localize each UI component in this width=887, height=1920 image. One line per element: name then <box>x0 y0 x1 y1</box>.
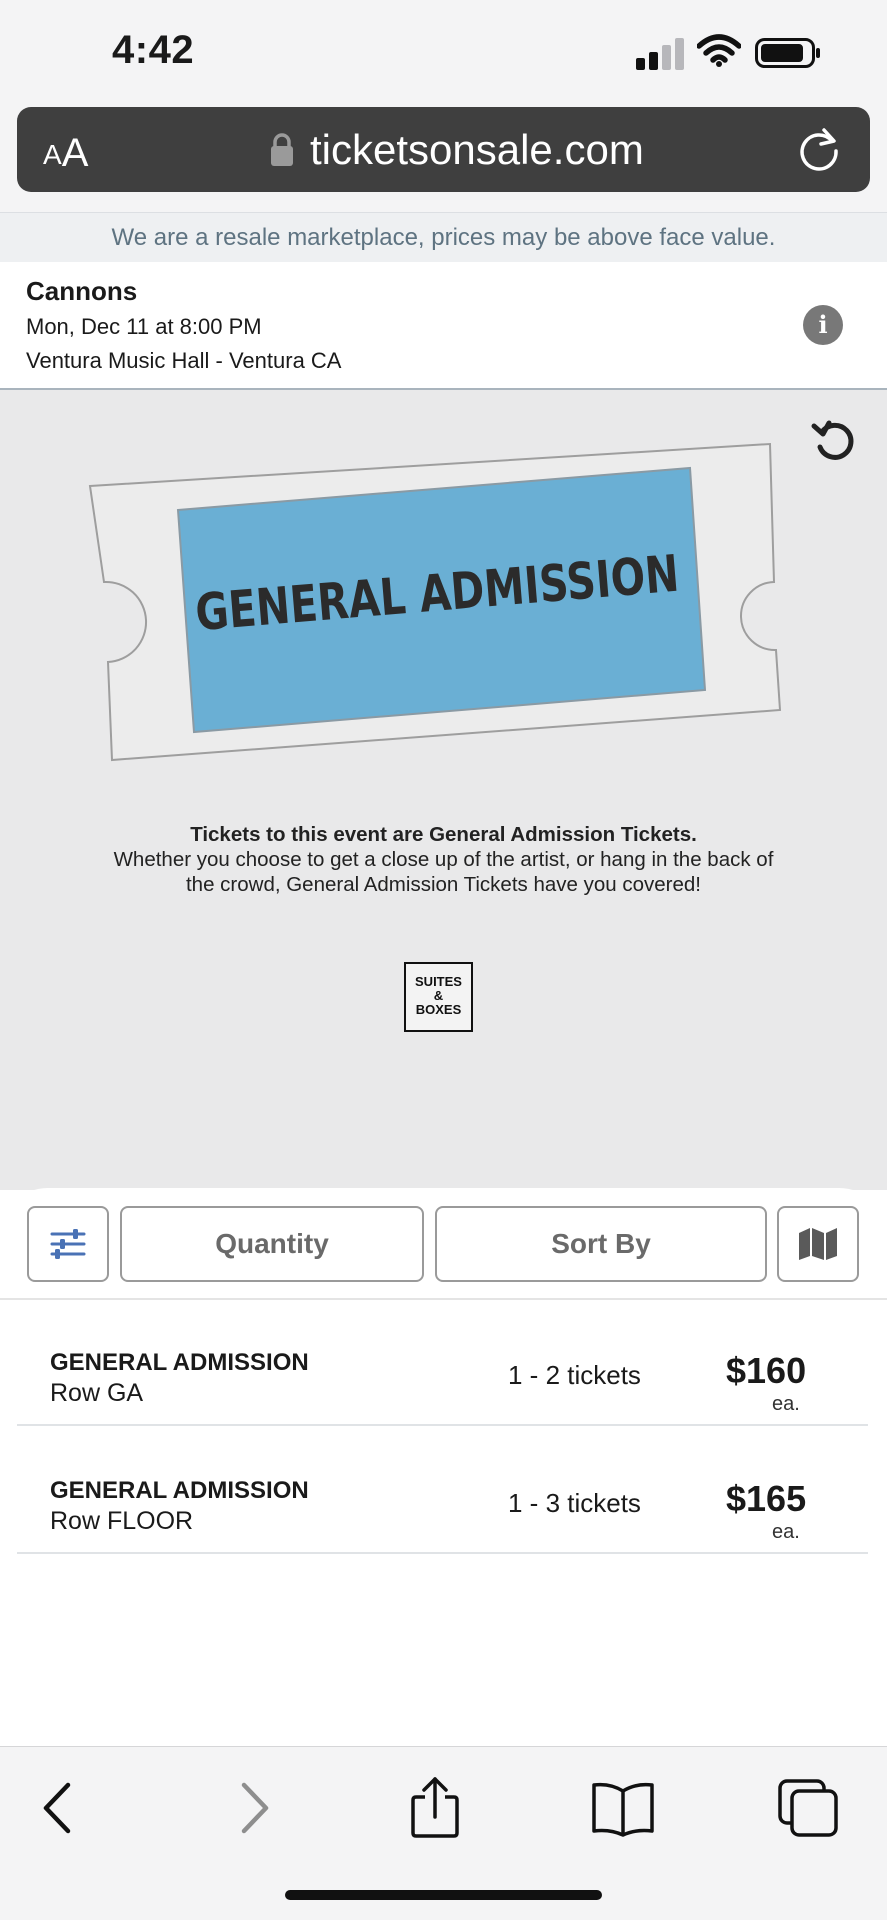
sliders-icon <box>50 1229 86 1259</box>
url-display[interactable]: ticketsonsale.com <box>270 121 644 179</box>
filters-button[interactable] <box>27 1206 109 1282</box>
back-icon[interactable] <box>24 1777 94 1839</box>
wifi-icon <box>697 34 741 67</box>
listing-row: Row GA <box>50 1379 144 1407</box>
general-admission-map[interactable]: GENERAL ADMISSION <box>80 432 800 772</box>
url-text: ticketsonsale.com <box>310 126 644 173</box>
text-size-button[interactable]: A A <box>43 125 109 175</box>
status-time: 4:42 <box>112 28 195 72</box>
general-admission-description: Tickets to this event are General Admiss… <box>113 823 774 896</box>
cellular-signal-icon <box>636 38 684 70</box>
tabs-icon[interactable] <box>774 1777 844 1839</box>
listing-row: Row FLOOR <box>50 1507 194 1535</box>
suites-and-boxes-button[interactable]: SUITES & BOXES <box>404 962 473 1032</box>
seating-map: GENERAL ADMISSION Tickets to this event … <box>0 390 887 1190</box>
lock-icon <box>271 133 293 166</box>
listings-panel: Quantity Sort By GENERAL ADMISSION Row G… <box>0 1188 887 1746</box>
listing-section: GENERAL ADMISSION <box>50 1477 309 1504</box>
listing-price-unit: ea. <box>772 1393 800 1415</box>
map-toggle-button[interactable] <box>777 1206 859 1282</box>
listing-price: $165 <box>726 1478 807 1519</box>
listing-section: GENERAL ADMISSION <box>50 1349 309 1376</box>
info-icon[interactable]: i <box>803 305 843 345</box>
listing-quantity: 1 - 3 tickets <box>508 1488 641 1518</box>
sort-by-button[interactable]: Sort By <box>435 1206 767 1282</box>
address-bar[interactable]: A A ticketsonsale.com <box>17 107 870 192</box>
event-name: Cannons <box>26 276 138 306</box>
map-icon <box>799 1228 837 1260</box>
home-indicator <box>285 1890 602 1900</box>
battery-icon <box>755 38 820 68</box>
listing-price: $160 <box>726 1350 807 1391</box>
reload-icon[interactable] <box>796 126 842 172</box>
resale-notice: We are a resale marketplace, prices may … <box>0 212 887 262</box>
event-header: Cannons Mon, Dec 11 at 8:00 PM Ventura M… <box>0 262 887 390</box>
forward-icon[interactable] <box>218 1777 288 1839</box>
event-venue: Ventura Music Hall - Ventura CA <box>26 348 342 373</box>
ticket-listing[interactable]: GENERAL ADMISSION Row FLOOR 1 - 3 ticket… <box>17 1428 868 1554</box>
ticket-listing[interactable]: GENERAL ADMISSION Row GA 1 - 2 tickets $… <box>17 1300 868 1426</box>
listing-price-unit: ea. <box>772 1521 800 1543</box>
event-date: Mon, Dec 11 at 8:00 PM <box>26 314 262 339</box>
bookmarks-icon[interactable] <box>588 1777 658 1839</box>
status-bar: 4:42 <box>0 0 887 100</box>
listing-quantity: 1 - 2 tickets <box>508 1360 641 1390</box>
share-icon[interactable] <box>400 1777 470 1839</box>
quantity-button[interactable]: Quantity <box>120 1206 424 1282</box>
reset-map-icon[interactable] <box>810 415 860 465</box>
browser-chrome: A A ticketsonsale.com <box>0 100 887 212</box>
